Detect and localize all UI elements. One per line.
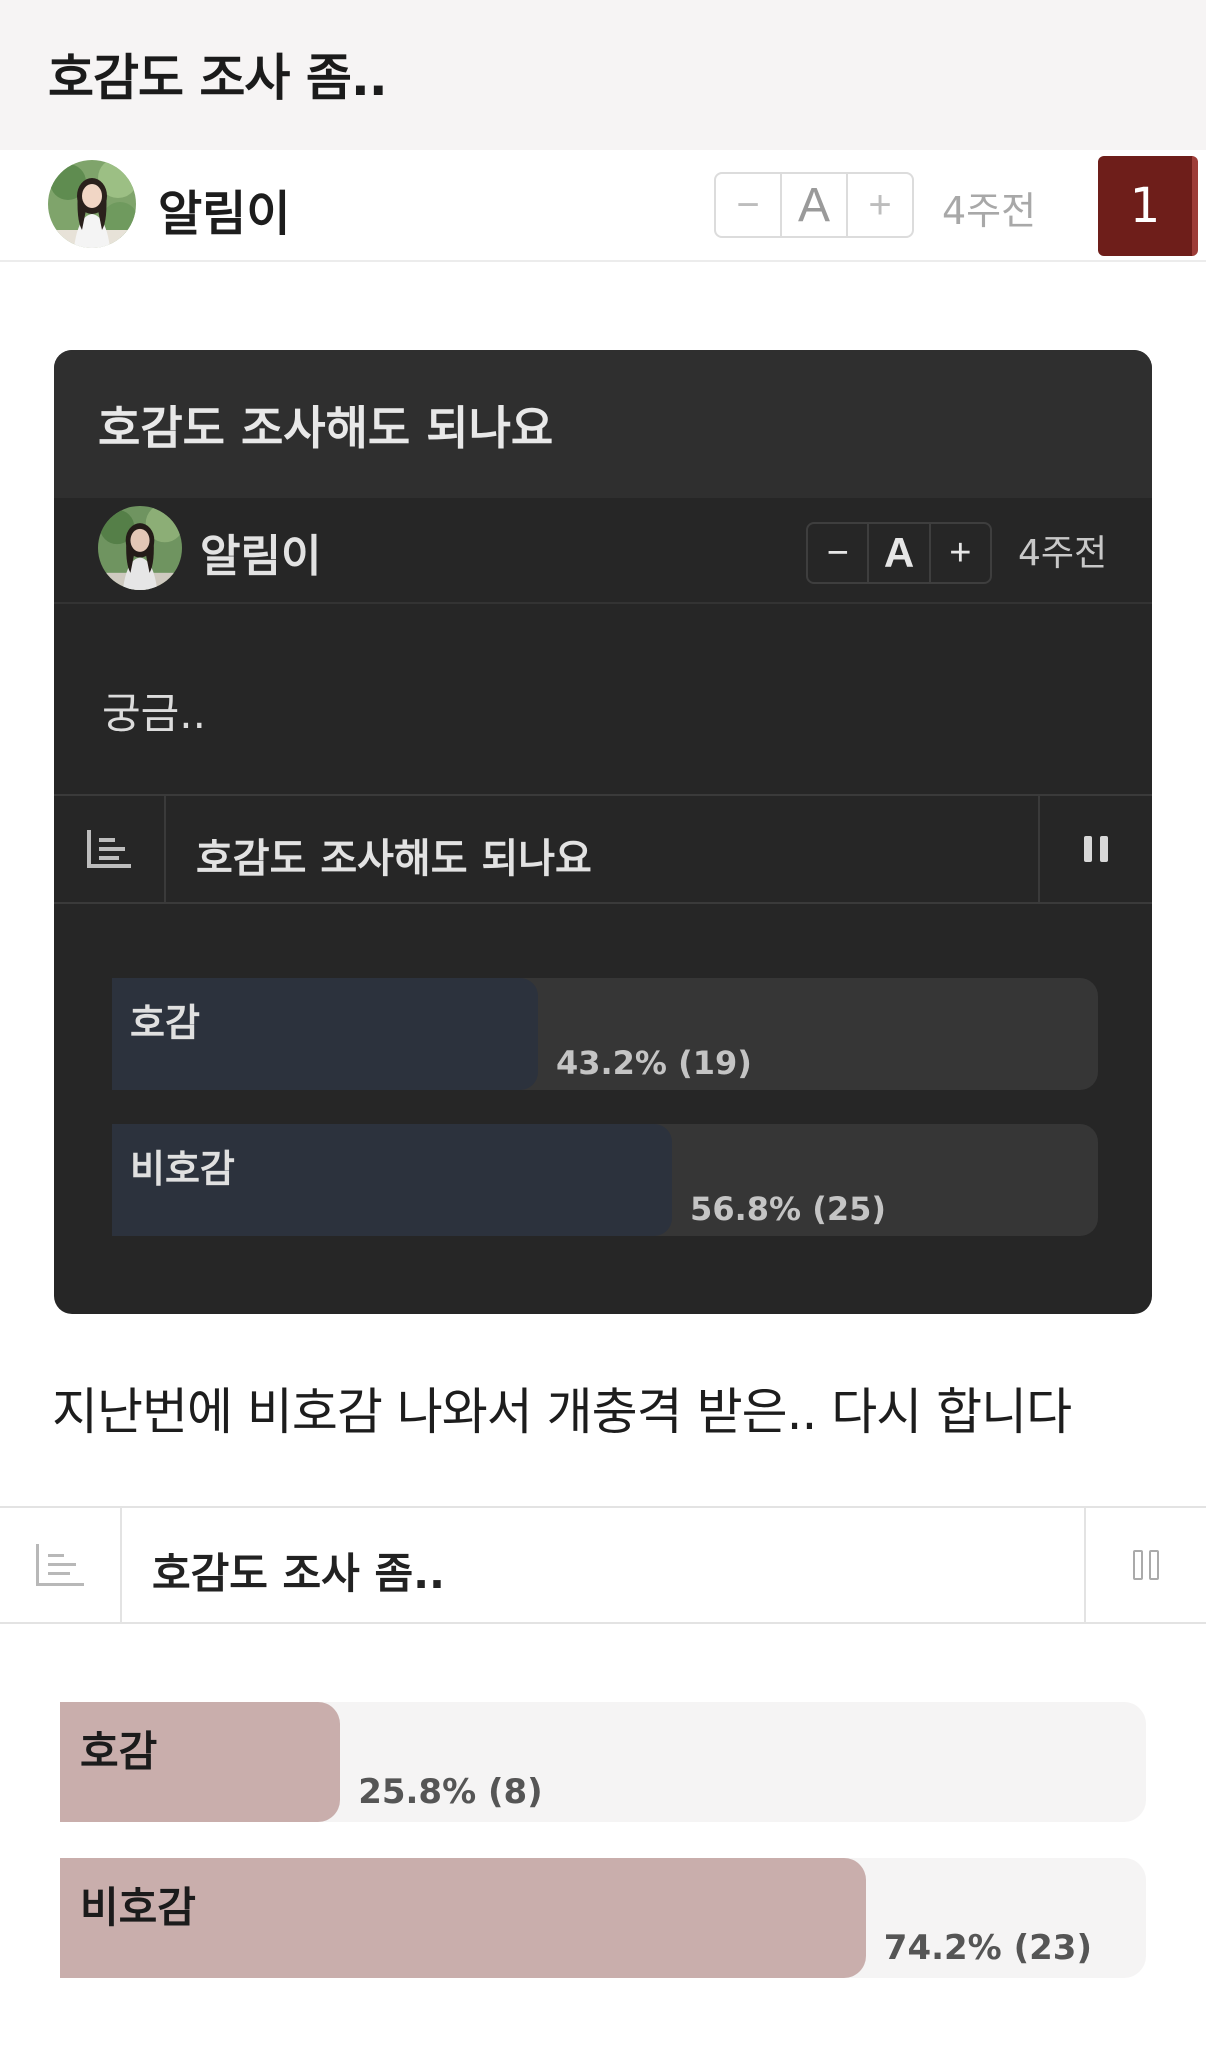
embedded-font-reset-button: A — [869, 524, 931, 582]
post-title-bar: 호감도 조사 좀.. — [0, 0, 1206, 150]
font-increase-button[interactable]: + — [848, 174, 912, 236]
embedded-poll-header: 호감도 조사해도 되나요 — [54, 794, 1152, 904]
author-row: 알림이 − A + 4주전 1 — [0, 150, 1206, 262]
embedded-poll-option: 호감 43.2% (19) — [112, 978, 1098, 1090]
embedded-author-row: 알림이 − A + 4주전 — [54, 498, 1152, 604]
poll-header: 호감도 조사 좀.. — [0, 1506, 1206, 1624]
embedded-avatar — [98, 506, 182, 590]
embedded-font-decrease-button: − — [808, 524, 870, 582]
poll-option-percentage: 43.2% (19) — [555, 1044, 752, 1082]
poll-option-label: 호감 — [80, 1727, 158, 1776]
poll-option-percentage: 25.8% (8) — [358, 1772, 543, 1812]
comment-count-badge[interactable]: 1 — [1098, 156, 1198, 256]
embedded-font-size-control: − A + — [806, 522, 992, 584]
embedded-time: 4주전 — [1018, 533, 1108, 574]
font-decrease-button[interactable]: − — [716, 174, 782, 236]
poll-option-percentage: 74.2% (23) — [883, 1928, 1092, 1968]
avatar[interactable] — [48, 160, 136, 248]
poll-option-label: 비호감 — [130, 1147, 235, 1191]
pause-icon — [1038, 796, 1152, 902]
post-body-text: 지난번에 비호감 나와서 개충격 받은.. 다시 합니다 — [52, 1383, 1072, 1441]
embedded-poll-title: 호감도 조사해도 되나요 — [196, 836, 592, 882]
embedded-font-increase-button: + — [949, 531, 972, 574]
poll-option-label: 비호감 — [80, 1883, 196, 1932]
embedded-header: 호감도 조사해도 되나요 — [54, 350, 1152, 498]
poll-list-icon — [0, 1508, 122, 1622]
post-title: 호감도 조사 좀.. — [48, 49, 388, 107]
poll-list-icon — [54, 796, 166, 902]
embedded-screenshot: 호감도 조사해도 되나요 알림이 − A + 4주전 궁금.. 호감도 조사해도… — [54, 350, 1152, 1314]
poll-title: 호감도 조사 좀.. — [152, 1549, 445, 1598]
poll-option[interactable]: 비호감 74.2% (23) — [60, 1858, 1146, 1978]
embedded-poll-option: 비호감 56.8% (25) — [112, 1124, 1098, 1236]
font-size-control: − A + — [714, 172, 914, 238]
poll-option[interactable]: 호감 25.8% (8) — [60, 1702, 1146, 1822]
poll-option-label: 호감 — [130, 1001, 200, 1045]
embedded-title: 호감도 조사해도 되나요 — [98, 401, 554, 455]
font-reset-button[interactable]: A — [782, 174, 848, 236]
pause-icon[interactable] — [1084, 1508, 1206, 1622]
author-name[interactable]: 알림이 — [158, 174, 290, 244]
post-time: 4주전 — [942, 189, 1037, 233]
embedded-body-text: 궁금.. — [102, 689, 206, 738]
poll-option-percentage: 56.8% (25) — [690, 1190, 886, 1228]
embedded-author-name: 알림이 — [200, 531, 322, 582]
